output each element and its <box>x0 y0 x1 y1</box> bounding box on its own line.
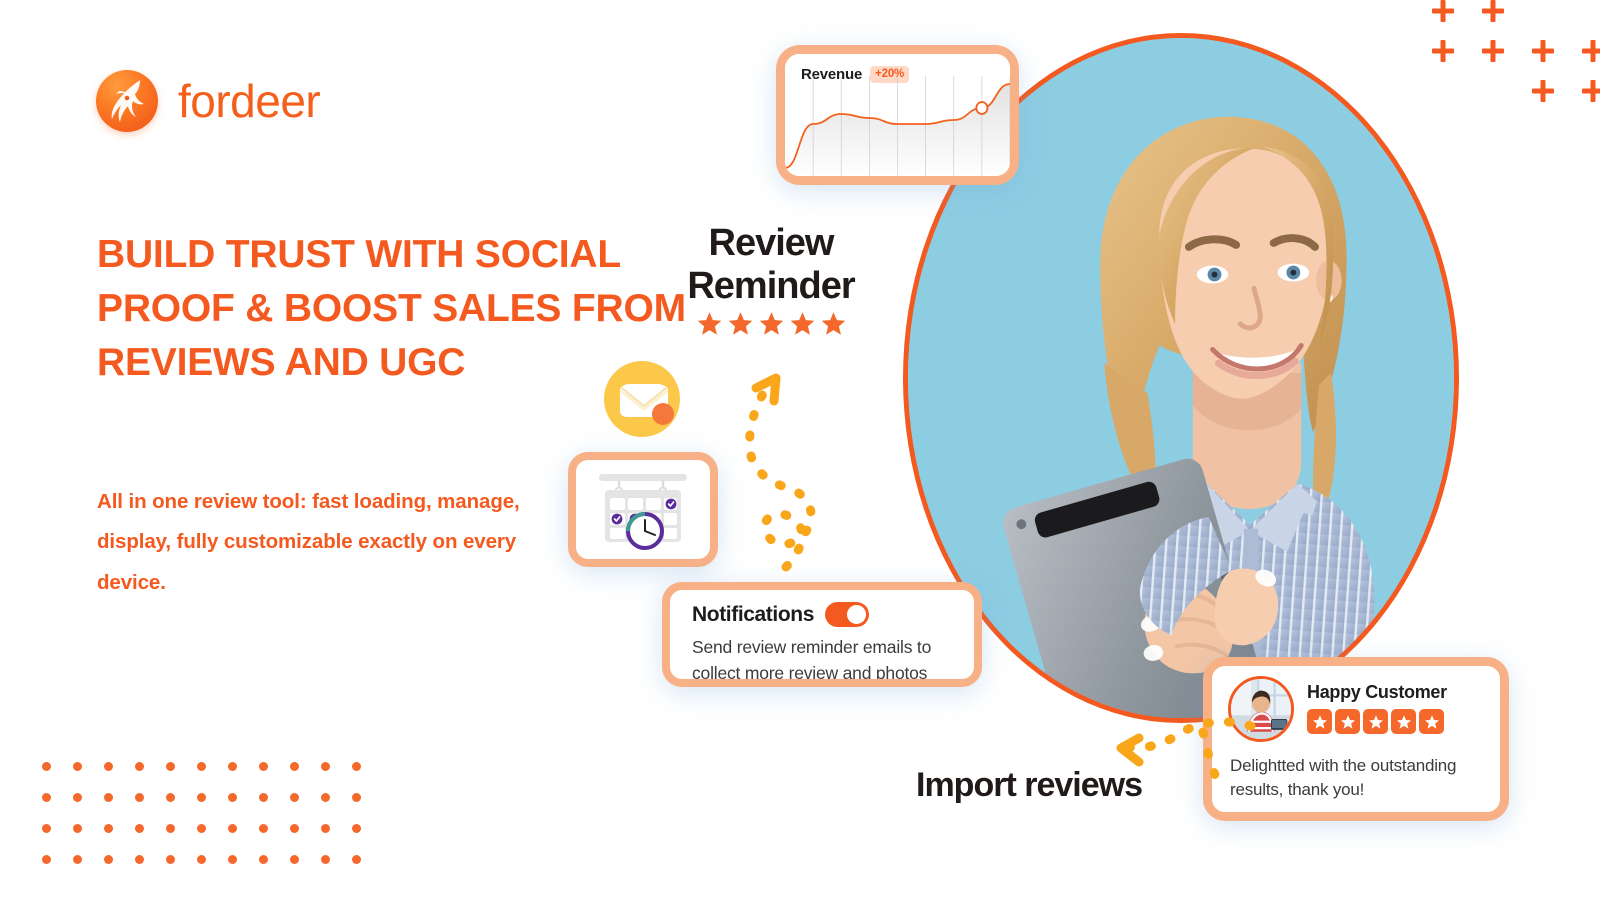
import-reviews-label: Import reviews <box>916 766 1143 804</box>
dot-icon <box>321 762 330 771</box>
star-icon <box>759 312 783 335</box>
dot-icon <box>104 762 113 771</box>
dot-icon <box>166 824 175 833</box>
dot-decoration-group <box>42 762 372 872</box>
dot-icon <box>228 855 237 864</box>
dot-icon <box>166 793 175 802</box>
review-author-name: Happy Customer <box>1307 682 1447 702</box>
dot-icon <box>166 762 175 771</box>
dot-icon <box>104 855 113 864</box>
dot-icon <box>259 824 268 833</box>
notifications-toggle[interactable] <box>824 602 869 627</box>
dot-icon <box>352 762 361 771</box>
dot-icon <box>290 793 299 802</box>
deer-logo-icon <box>96 70 158 132</box>
dot-icon <box>135 793 144 802</box>
plus-icon <box>1480 0 1506 24</box>
dot-icon <box>42 762 51 771</box>
dot-icon <box>352 855 361 864</box>
dot-icon <box>290 855 299 864</box>
dot-icon <box>197 824 206 833</box>
review-reminder-heading: Review Reminder <box>628 222 914 337</box>
dot-icon <box>290 824 299 833</box>
dot-icon <box>73 793 82 802</box>
plus-icon <box>1480 38 1506 64</box>
plus-icon <box>1530 78 1556 104</box>
review-card-header: Happy Customer <box>1228 676 1447 742</box>
dot-icon <box>73 762 82 771</box>
dot-icon <box>104 793 113 802</box>
review-star-rating <box>1307 709 1447 734</box>
dot-icon <box>259 762 268 771</box>
dot-icon <box>42 855 51 864</box>
star-icon <box>821 312 845 335</box>
plus-icon <box>1430 0 1456 24</box>
dot-icon <box>321 824 330 833</box>
dot-icon <box>228 824 237 833</box>
plus-icon <box>1530 38 1556 64</box>
star-icon <box>697 312 721 335</box>
review-body-text: Delightted with the outstanding results,… <box>1230 756 1457 800</box>
dot-icon <box>197 855 206 864</box>
page-subtitle: All in one review tool: fast loading, ma… <box>97 490 520 594</box>
dot-icon <box>228 793 237 802</box>
dot-icon <box>197 762 206 771</box>
brand-logo[interactable]: fordeer <box>96 70 321 132</box>
dot-icon <box>352 824 361 833</box>
chart-highlight-point <box>976 102 987 114</box>
dot-icon <box>135 824 144 833</box>
dot-icon <box>352 793 361 802</box>
star-icon <box>790 312 814 335</box>
dot-icon <box>290 762 299 771</box>
plus-icon <box>1580 38 1600 64</box>
review-reminder-line2: Reminder <box>687 264 855 307</box>
customer-review-card: Happy Customer Delightted with the outst… <box>1203 657 1509 821</box>
avatar <box>1228 676 1294 742</box>
hero-banner: fordeer BUILD TRUST WITH SOCIAL PROOF & … <box>0 0 1600 900</box>
dot-icon <box>135 855 144 864</box>
dot-icon <box>135 762 144 771</box>
dot-icon <box>259 855 268 864</box>
star-icon <box>1419 709 1444 734</box>
dot-icon <box>321 855 330 864</box>
star-icon <box>1363 709 1388 734</box>
dot-icon <box>228 762 237 771</box>
dot-icon <box>259 793 268 802</box>
email-envelope-icon <box>600 357 684 441</box>
star-icon <box>728 312 752 335</box>
dot-icon <box>321 793 330 802</box>
plus-icon <box>1580 78 1600 104</box>
dot-icon <box>73 824 82 833</box>
dot-icon <box>42 793 51 802</box>
calendar-clock-icon <box>599 473 687 550</box>
star-icon <box>1335 709 1360 734</box>
notifications-header: Notifications <box>692 602 869 627</box>
review-reminder-line1: Review <box>708 222 835 264</box>
dot-icon <box>42 824 51 833</box>
notifications-description: Send review reminder emails to collect m… <box>692 637 932 679</box>
revenue-card: Revenue +20% <box>776 45 1019 185</box>
calendar-card <box>568 452 718 567</box>
curved-dashed-arrow-up-icon <box>712 352 852 577</box>
dot-icon <box>197 793 206 802</box>
star-icon <box>1391 709 1416 734</box>
brand-name: fordeer <box>178 75 321 127</box>
star-icon <box>1307 709 1332 734</box>
dot-icon <box>73 855 82 864</box>
notifications-card: Notifications Send review reminder email… <box>662 582 982 687</box>
toggle-knob <box>846 605 866 624</box>
revenue-area-chart <box>785 76 1010 176</box>
dot-icon <box>104 824 113 833</box>
dot-icon <box>166 855 175 864</box>
review-reminder-star-rating <box>628 310 914 337</box>
notifications-title: Notifications <box>692 602 814 626</box>
